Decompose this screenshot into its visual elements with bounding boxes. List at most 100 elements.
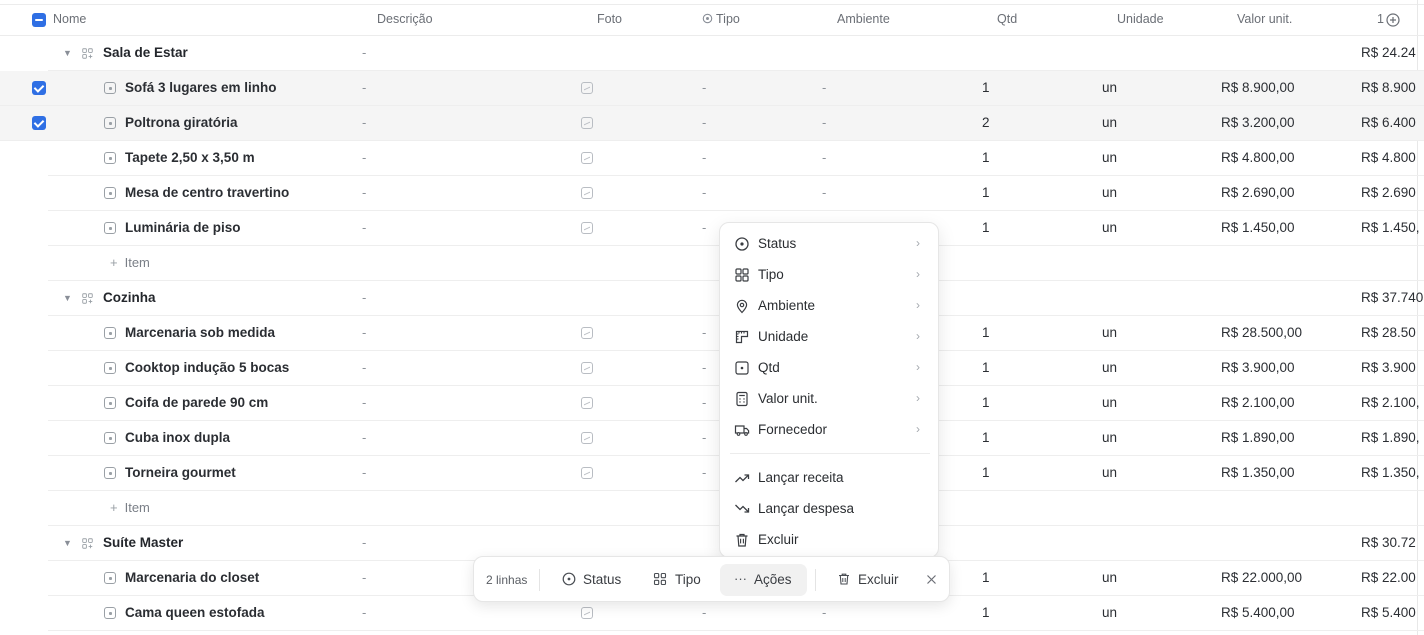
column-header-photo[interactable]: Foto	[597, 4, 622, 35]
item-description[interactable]: -	[362, 211, 366, 245]
item-unit[interactable]: un	[1102, 176, 1117, 210]
table-row[interactable]: Poltrona giratória - - - 2 un R$ 3.200,00 R$ 6.…	[0, 106, 1424, 141]
row-checkbox[interactable]	[32, 116, 46, 130]
item-description[interactable]: -	[362, 596, 366, 630]
item-environment[interactable]: -	[822, 106, 826, 140]
item-qty[interactable]: 2	[982, 106, 990, 140]
item-description[interactable]: -	[362, 141, 366, 175]
collapse-caret-icon[interactable]: ▼	[63, 36, 72, 70]
item-qty[interactable]: 1	[982, 211, 990, 245]
photo-placeholder-icon[interactable]	[581, 327, 593, 339]
table-row[interactable]: Tapete 2,50 x 3,50 m - - - 1 un R$ 4.800,00 R$ …	[48, 141, 1424, 176]
item-qty[interactable]: 1	[982, 71, 990, 105]
delete-button[interactable]: Excluir	[829, 557, 909, 603]
item-unit-value[interactable]: R$ 8.900,00	[1221, 71, 1295, 105]
column-header-description[interactable]: Descrição	[377, 4, 433, 35]
photo-placeholder-icon[interactable]	[581, 467, 593, 479]
menu-item-valor-unit[interactable]: Valor unit. ›	[720, 383, 940, 414]
photo-placeholder-icon[interactable]	[581, 117, 593, 129]
column-header-name[interactable]: Nome	[53, 4, 86, 35]
item-environment[interactable]: -	[822, 71, 826, 105]
item-qty[interactable]: 1	[982, 386, 990, 420]
item-description[interactable]: -	[362, 176, 366, 210]
column-header-environment[interactable]: Ambiente	[837, 4, 890, 35]
menu-item-status[interactable]: Status ›	[720, 228, 940, 259]
item-type[interactable]: -	[702, 211, 706, 245]
column-header-type[interactable]: Tipo	[702, 4, 740, 35]
item-description[interactable]: -	[362, 456, 366, 490]
item-unit[interactable]: un	[1102, 141, 1117, 175]
column-header-total[interactable]: 1	[1377, 4, 1384, 35]
item-qty[interactable]: 1	[982, 351, 990, 385]
item-unit-value[interactable]: R$ 1.890,00	[1221, 421, 1295, 455]
item-unit[interactable]: un	[1102, 351, 1117, 385]
group-name[interactable]: Cozinha	[103, 281, 156, 315]
item-type[interactable]: -	[702, 106, 706, 140]
item-unit-value[interactable]: R$ 28.500,00	[1221, 316, 1302, 350]
item-unit-value[interactable]: R$ 2.690,00	[1221, 176, 1295, 210]
photo-placeholder-icon[interactable]	[581, 607, 593, 619]
item-type[interactable]: -	[702, 316, 706, 350]
item-qty[interactable]: 1	[982, 176, 990, 210]
item-qty[interactable]: 1	[982, 561, 990, 595]
menu-item-fornecedor[interactable]: Fornecedor ›	[720, 414, 940, 445]
menu-item-excluir[interactable]: Excluir	[720, 524, 940, 555]
collapse-caret-icon[interactable]: ▼	[63, 526, 72, 560]
column-header-qty[interactable]: Qtd	[997, 4, 1017, 35]
column-header-unit-value[interactable]: Valor unit.	[1237, 4, 1292, 35]
item-name[interactable]: Cama queen estofada	[125, 596, 265, 630]
item-environment[interactable]: -	[822, 141, 826, 175]
collapse-caret-icon[interactable]: ▼	[63, 281, 72, 315]
item-unit[interactable]: un	[1102, 386, 1117, 420]
item-type[interactable]: -	[702, 421, 706, 455]
photo-placeholder-icon[interactable]	[581, 152, 593, 164]
item-unit[interactable]: un	[1102, 561, 1117, 595]
item-qty[interactable]: 1	[982, 141, 990, 175]
item-name[interactable]: Marcenaria do closet	[125, 561, 259, 595]
item-unit[interactable]: un	[1102, 211, 1117, 245]
menu-item-tipo[interactable]: Tipo ›	[720, 259, 940, 290]
group-name[interactable]: Suíte Master	[103, 526, 183, 560]
item-environment[interactable]: -	[822, 176, 826, 210]
close-icon[interactable]	[926, 574, 937, 585]
column-header-unit[interactable]: Unidade	[1117, 4, 1164, 35]
item-name[interactable]: Luminária de piso	[125, 211, 241, 245]
item-description[interactable]: -	[362, 106, 366, 140]
item-unit[interactable]: un	[1102, 106, 1117, 140]
group-description[interactable]: -	[362, 526, 366, 560]
item-type[interactable]: -	[702, 141, 706, 175]
item-type[interactable]: -	[702, 351, 706, 385]
item-type[interactable]: -	[702, 386, 706, 420]
item-unit[interactable]: un	[1102, 71, 1117, 105]
item-unit[interactable]: un	[1102, 456, 1117, 490]
item-name[interactable]: Marcenaria sob medida	[125, 316, 275, 350]
item-description[interactable]: -	[362, 561, 366, 595]
group-description[interactable]: -	[362, 36, 366, 70]
item-unit[interactable]: un	[1102, 316, 1117, 350]
item-type[interactable]: -	[702, 176, 706, 210]
item-name[interactable]: Tapete 2,50 x 3,50 m	[125, 141, 255, 175]
item-qty[interactable]: 1	[982, 456, 990, 490]
item-unit-value[interactable]: R$ 22.000,00	[1221, 561, 1302, 595]
table-row[interactable]: Mesa de centro travertino - - - 1 un R$ 2.690,…	[48, 176, 1424, 211]
select-all-checkbox[interactable]	[32, 13, 46, 27]
add-item-button[interactable]: + Item	[110, 246, 150, 280]
item-name[interactable]: Coifa de parede 90 cm	[125, 386, 268, 420]
add-item-button[interactable]: + Item	[110, 491, 150, 525]
table-row[interactable]: Sofá 3 lugares em linho - - - 1 un R$ 8.900,00…	[0, 71, 1424, 106]
menu-item-qtd[interactable]: Qtd ›	[720, 352, 940, 383]
group-name[interactable]: Sala de Estar	[103, 36, 188, 70]
item-qty[interactable]: 1	[982, 316, 990, 350]
item-name[interactable]: Cuba inox dupla	[125, 421, 230, 455]
item-unit-value[interactable]: R$ 3.200,00	[1221, 106, 1295, 140]
type-button[interactable]: Tipo	[644, 557, 714, 603]
photo-placeholder-icon[interactable]	[581, 222, 593, 234]
actions-button[interactable]: ··· Ações	[720, 564, 807, 596]
item-name[interactable]: Torneira gourmet	[125, 456, 236, 490]
photo-placeholder-icon[interactable]	[581, 82, 593, 94]
menu-item-lancar-despesa[interactable]: Lançar despesa	[720, 493, 940, 524]
item-unit-value[interactable]: R$ 1.350,00	[1221, 456, 1295, 490]
item-name[interactable]: Mesa de centro travertino	[125, 176, 289, 210]
item-unit[interactable]: un	[1102, 421, 1117, 455]
item-unit-value[interactable]: R$ 3.900,00	[1221, 351, 1295, 385]
